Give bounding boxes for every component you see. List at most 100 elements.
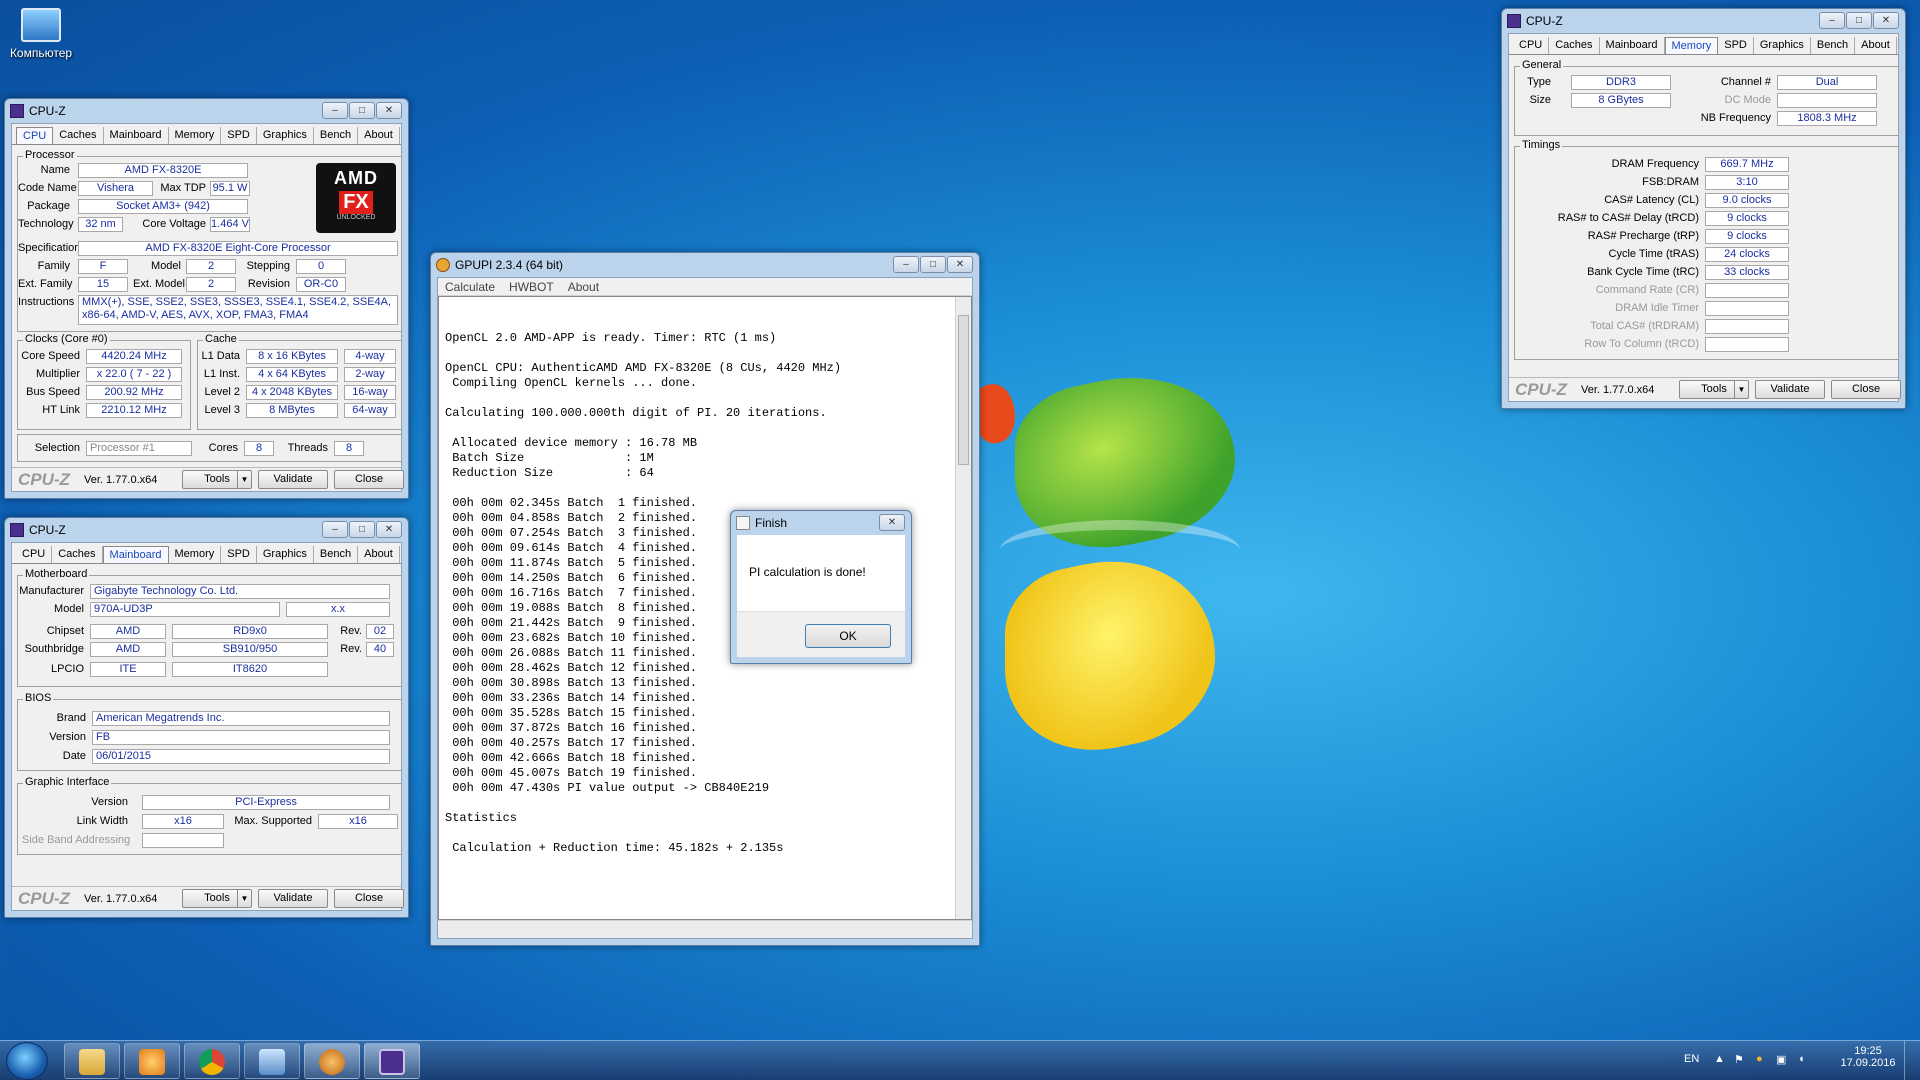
maximize-button[interactable]: □ [349, 521, 375, 538]
show-hidden-icons[interactable]: ▲ [1714, 1053, 1725, 1065]
close-button[interactable]: Close [334, 889, 404, 908]
ok-button[interactable]: OK [805, 624, 891, 648]
taskbar-cpuz[interactable] [364, 1043, 420, 1079]
tools-button[interactable]: Tools ▼ [182, 470, 252, 489]
tab-bench[interactable]: Bench [1811, 37, 1856, 54]
close-window-button[interactable]: ✕ [376, 102, 402, 119]
gpupi-icon [319, 1049, 345, 1075]
tab-memory[interactable]: Memory [169, 127, 222, 144]
taskbar-image-viewer[interactable] [244, 1043, 300, 1079]
chevron-down-icon[interactable]: ▼ [237, 890, 251, 907]
titlebar[interactable]: CPU-Z – □ ✕ [5, 99, 408, 123]
close-dialog-button[interactable]: ✕ [879, 514, 905, 531]
titlebar[interactable]: CPU-Z – □ ✕ [1502, 9, 1905, 33]
vertical-scrollbar[interactable] [955, 297, 971, 919]
start-button[interactable] [6, 1042, 48, 1080]
tab-caches[interactable]: Caches [52, 546, 103, 563]
clock[interactable]: 19:25 17.09.2016 [1836, 1045, 1900, 1069]
validate-button[interactable]: Validate [1755, 380, 1825, 399]
l1data-way: 4-way [344, 349, 396, 364]
menu-about[interactable]: About [561, 278, 606, 295]
horizontal-scrollbar[interactable] [438, 920, 972, 938]
finish-dialog[interactable]: Finish ✕ PI calculation is done! OK [730, 510, 912, 664]
cpuz-window-cpu[interactable]: CPU-Z – □ ✕ CPU Caches Mainboard Memory SP… [4, 98, 409, 499]
tab-cpu[interactable]: CPU [16, 546, 53, 563]
titlebar[interactable]: CPU-Z – □ ✕ [5, 518, 408, 542]
network-icon[interactable]: ▣ [1776, 1053, 1786, 1066]
close-window-button[interactable]: ✕ [376, 521, 402, 538]
menu-calculate[interactable]: Calculate [438, 278, 502, 295]
dialog-title: Finish [755, 516, 788, 530]
taskbar-media-player[interactable] [124, 1043, 180, 1079]
minimize-button[interactable]: – [1819, 12, 1845, 29]
tools-button[interactable]: Tools ▼ [182, 889, 252, 908]
taskbar-gpupi[interactable] [304, 1043, 360, 1079]
maximize-button[interactable]: □ [920, 256, 946, 273]
model-value: 970A-UD3P [90, 602, 280, 617]
selection-label: Selection [34, 442, 80, 454]
tab-mainboard[interactable]: Mainboard [1600, 37, 1665, 54]
validate-button[interactable]: Validate [258, 470, 328, 489]
tab-spd[interactable]: SPD [221, 127, 257, 144]
maximize-button[interactable]: □ [1846, 12, 1872, 29]
tab-graphics[interactable]: Graphics [1754, 37, 1811, 54]
close-window-button[interactable]: ✕ [1873, 12, 1899, 29]
processor-group: Processor Name AMD FX-8320E Code Name Vi… [17, 149, 402, 332]
scroll-thumb[interactable] [958, 315, 969, 465]
type-value: DDR3 [1571, 75, 1671, 90]
version-label: Version [49, 731, 86, 743]
motherboard-group: Motherboard Manufacturer Gigabyte Techno… [17, 568, 402, 687]
tab-memory[interactable]: Memory [1664, 37, 1719, 54]
cpuz-window-mainboard[interactable]: CPU-Z – □ ✕ CPU Caches Mainboard Memory SP… [4, 517, 409, 918]
tab-about[interactable]: About [358, 546, 400, 563]
close-button[interactable]: Close [1831, 380, 1901, 399]
tab-memory[interactable]: Memory [169, 546, 222, 563]
close-window-button[interactable]: ✕ [947, 256, 973, 273]
tab-about[interactable]: About [358, 127, 400, 144]
tab-caches[interactable]: Caches [1549, 37, 1600, 54]
technology-label: Technology [18, 218, 74, 230]
brand-label: Brand [56, 712, 86, 724]
volume-icon[interactable]: ◖ [1798, 1053, 1805, 1065]
titlebar[interactable]: GPUPI 2.3.4 (64 bit) – □ ✕ [431, 253, 979, 277]
corespeed-value: 4420.24 MHz [86, 349, 182, 364]
tab-spd[interactable]: SPD [1718, 37, 1754, 54]
menu-hwbot[interactable]: HWBOT [502, 278, 561, 295]
tab-cpu[interactable]: CPU [1513, 37, 1550, 54]
titlebar[interactable]: Finish ✕ [731, 511, 911, 535]
chevron-down-icon[interactable]: ▼ [1734, 381, 1748, 398]
validate-button[interactable]: Validate [258, 889, 328, 908]
selection-dropdown[interactable]: Processor #1 [86, 441, 192, 456]
close-button[interactable]: Close [334, 470, 404, 489]
tab-mainboard[interactable]: Mainboard [102, 546, 169, 563]
minimize-button[interactable]: – [893, 256, 919, 273]
cpuz-window-memory[interactable]: CPU-Z – □ ✕ CPU Caches Mainboard Memory SP… [1501, 8, 1906, 409]
tab-bench[interactable]: Bench [314, 127, 359, 144]
taskbar-explorer[interactable] [64, 1043, 120, 1079]
group-title: General [1520, 59, 1564, 71]
tab-cpu[interactable]: CPU [16, 127, 54, 144]
taskbar-chrome[interactable] [184, 1043, 240, 1079]
tab-graphics[interactable]: Graphics [257, 546, 314, 563]
codename-label: Code Name [18, 182, 77, 194]
action-center-flag-icon[interactable]: ⚑ [1734, 1053, 1744, 1066]
chevron-down-icon[interactable]: ▼ [237, 471, 251, 488]
tab-about[interactable]: About [1855, 37, 1897, 54]
extfamily-value: 15 [78, 277, 128, 292]
minimize-button[interactable]: – [322, 102, 348, 119]
tab-spd[interactable]: SPD [221, 546, 257, 563]
timing-label: DRAM Frequency [1611, 158, 1699, 170]
desktop-icon-computer[interactable]: Компьютер [6, 8, 76, 60]
tools-button[interactable]: Tools ▼ [1679, 380, 1749, 399]
show-desktop-button[interactable] [1904, 1041, 1920, 1080]
tray-app-icon[interactable]: ● [1756, 1053, 1763, 1065]
timing-label-disabled: Command Rate (CR) [1595, 284, 1699, 296]
tab-graphics[interactable]: Graphics [257, 127, 314, 144]
tab-mainboard[interactable]: Mainboard [104, 127, 169, 144]
language-indicator[interactable]: EN [1684, 1053, 1699, 1065]
maximize-button[interactable]: □ [349, 102, 375, 119]
minimize-button[interactable]: – [322, 521, 348, 538]
timing-value: 33 clocks [1705, 265, 1789, 280]
tab-caches[interactable]: Caches [53, 127, 104, 144]
tab-bench[interactable]: Bench [314, 546, 359, 563]
